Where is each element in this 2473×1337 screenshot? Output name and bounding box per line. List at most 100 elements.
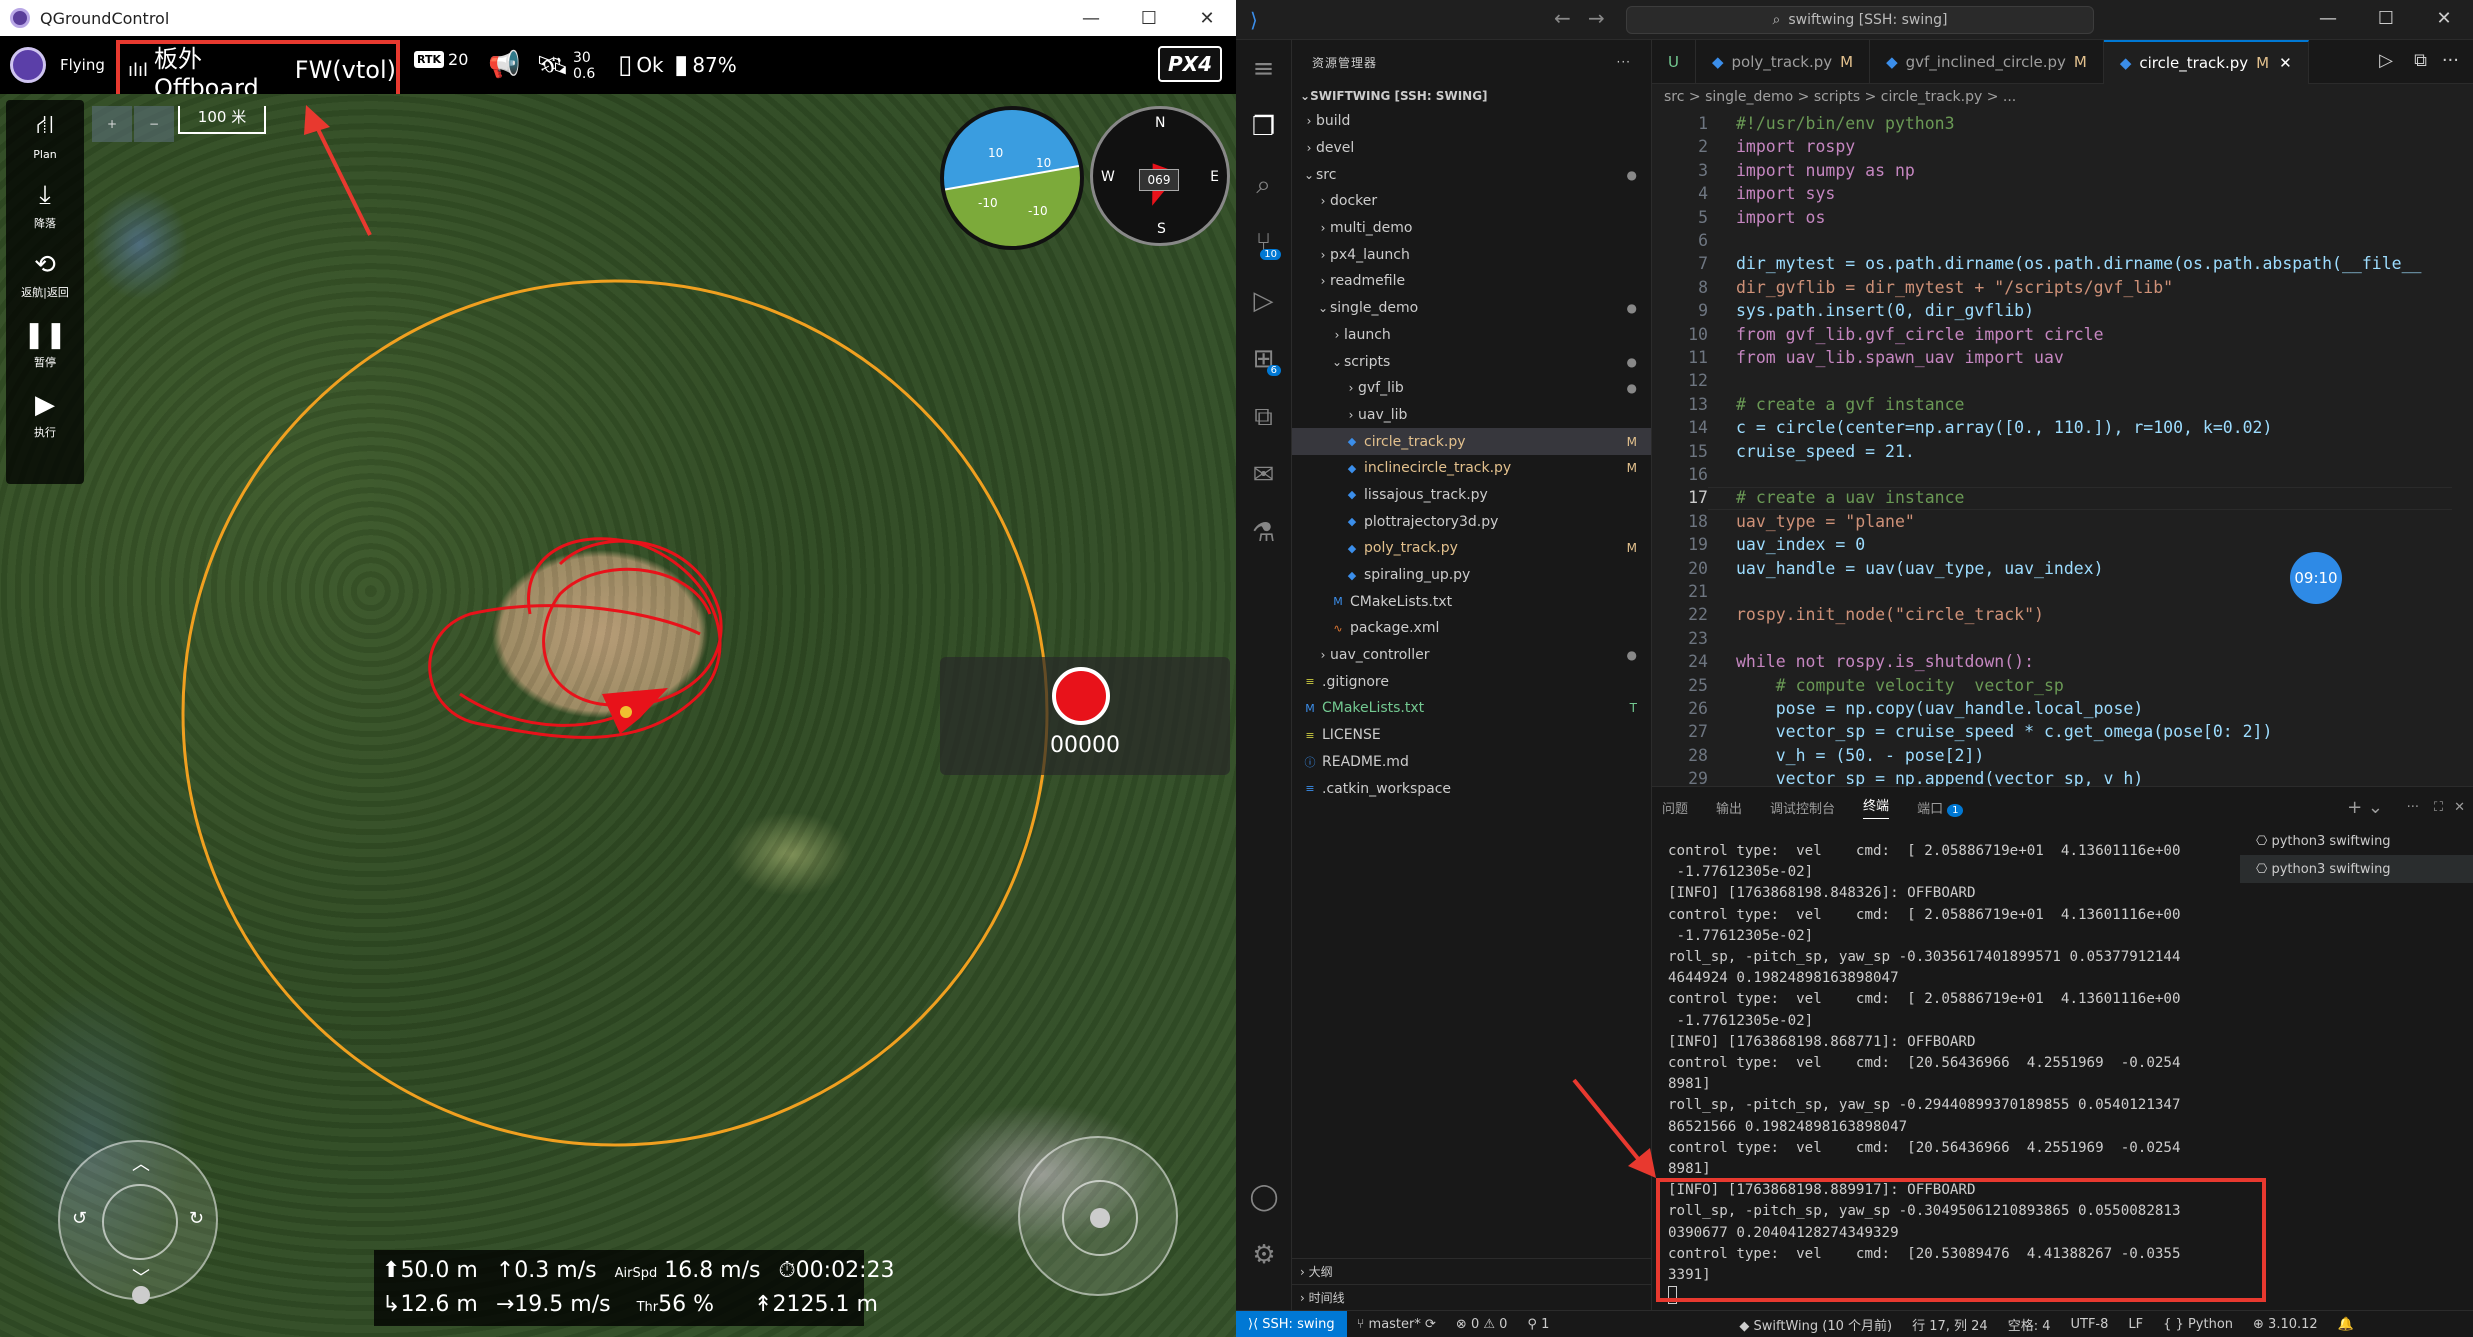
tool-land[interactable]: ⤓ 降落	[6, 170, 84, 240]
tab-ports[interactable]: 端口 1	[1917, 798, 1964, 817]
tree-item[interactable]: › uav_controller ●	[1292, 642, 1651, 669]
tree-item[interactable]: › multi_demo	[1292, 215, 1651, 242]
tree-item[interactable]: › launch	[1292, 322, 1651, 349]
tree-item[interactable]: ◆ inclinecircle_track.py M	[1292, 455, 1651, 482]
tab-untracked[interactable]: U	[1652, 40, 1696, 84]
record-button[interactable]	[1052, 667, 1110, 725]
tree-item[interactable]: › readmefile	[1292, 268, 1651, 295]
rtk-indicator[interactable]: RTK 20	[414, 50, 468, 69]
qgc-menu-icon[interactable]	[10, 47, 46, 83]
more-icon[interactable]: ···	[2407, 800, 2419, 815]
search-icon[interactable]: ⌕	[1236, 156, 1291, 214]
new-terminal-icon[interactable]: + ⌄	[2347, 797, 2383, 818]
tree-item[interactable]: ⌄ src ●	[1292, 161, 1651, 188]
tab-circle-track[interactable]: ◆ circle_track.py M ✕	[2103, 40, 2309, 84]
tree-item[interactable]: › gvf_lib ●	[1292, 375, 1651, 402]
status-indicator[interactable]: ▯ Ok	[618, 50, 664, 80]
gps-indicator[interactable]: 🛰 30 0.6	[536, 50, 595, 82]
git-branch[interactable]: ⑂ master* ⟳	[1347, 1317, 1446, 1332]
tree-item[interactable]: ◆ circle_track.py M	[1292, 428, 1651, 455]
chat-icon[interactable]: ✉	[1236, 446, 1291, 504]
code-editor[interactable]: 1 #!/usr/bin/env python3 2 import rospy 3 imp…	[1652, 110, 2452, 786]
notifications-icon[interactable]: 🔔	[2328, 1317, 2364, 1332]
left-virtual-joystick[interactable]: ︿ ﹀ ↺ ↻	[58, 1140, 218, 1304]
tree-item[interactable]: M CMakeLists.txt	[1292, 588, 1651, 615]
python-version[interactable]: ⊕ 3.10.12	[2243, 1317, 2328, 1332]
tab-problems[interactable]: 问题	[1662, 798, 1688, 817]
tree-item[interactable]: › uav_lib	[1292, 402, 1651, 429]
outline-section[interactable]: › 大纲	[1292, 1258, 1652, 1284]
close-icon[interactable]: ✕	[2279, 54, 2292, 72]
account-icon[interactable]: ◯	[1236, 1168, 1292, 1226]
tree-item[interactable]: M CMakeLists.txt T	[1292, 695, 1651, 722]
extensions-icon[interactable]: ⊞ 6	[1236, 330, 1291, 388]
tree-item[interactable]: ⌄ scripts ●	[1292, 348, 1651, 375]
maximize-panel-icon[interactable]: ⛶	[2434, 800, 2443, 815]
minimize-button[interactable]: —	[2299, 0, 2357, 36]
remote-indicator[interactable]: ⟩⟨ SSH: swing	[1236, 1310, 1347, 1337]
tree-item[interactable]: ⓘ README.md	[1292, 749, 1651, 776]
terminal-session[interactable]: ⎔ python3 swiftwing	[2240, 855, 2473, 883]
forward-arrow-icon[interactable]: →	[1588, 6, 1605, 30]
git-blame[interactable]: ◆ SwiftWing (10 个月前)	[1729, 1315, 1902, 1334]
tree-item[interactable]: ◆ poly_track.py M	[1292, 535, 1651, 562]
tree-item[interactable]: ◆ plottrajectory3d.py	[1292, 508, 1651, 535]
tree-item[interactable]: › build	[1292, 108, 1651, 135]
close-icon[interactable]: ✕	[2454, 800, 2465, 815]
terminal-session[interactable]: ⎔ python3 swiftwing	[2240, 827, 2473, 855]
tree-item[interactable]: ≡ .gitignore	[1292, 668, 1651, 695]
zoom-in-button[interactable]: +	[92, 106, 132, 142]
gear-icon[interactable]: ⚙	[1236, 1226, 1292, 1284]
run-debug-icon[interactable]: ▷	[1236, 272, 1291, 330]
joystick-knob[interactable]	[1090, 1208, 1110, 1228]
tool-rtl[interactable]: ⟲ 返航|返回	[6, 240, 84, 310]
tab-poly-track[interactable]: ◆ poly_track.py M	[1696, 40, 1871, 84]
tree-item[interactable]: › docker	[1292, 188, 1651, 215]
close-button[interactable]: ✕	[1178, 0, 1236, 36]
tree-item[interactable]: ◆ spiraling_up.py	[1292, 562, 1651, 589]
tab-terminal[interactable]: 终端	[1863, 795, 1890, 819]
tree-item[interactable]: › devel	[1292, 135, 1651, 162]
tree-item[interactable]: ≡ .catkin_workspace	[1292, 775, 1651, 802]
explorer-icon[interactable]: ❐	[1236, 98, 1291, 156]
joystick-knob[interactable]	[132, 1286, 150, 1304]
tree-item[interactable]: ◆ lissajous_track.py	[1292, 482, 1651, 509]
timeline-section[interactable]: › 时间线	[1292, 1284, 1652, 1310]
maximize-button[interactable]: ☐	[1120, 0, 1178, 36]
tool-plan[interactable]: ⛙ Plan	[6, 100, 84, 170]
tree-item[interactable]: ∿ package.xml	[1292, 615, 1651, 642]
encoding[interactable]: UTF-8	[2061, 1317, 2119, 1332]
tool-pause[interactable]: ❚❚ 暂停	[6, 310, 84, 380]
maximize-button[interactable]: ☐	[2357, 0, 2415, 36]
battery-indicator[interactable]: ▮ 87%	[674, 50, 737, 80]
tab-gvf-inclined-circle[interactable]: ◆ gvf_inclined_circle.py M	[1870, 40, 2104, 84]
workspace-root[interactable]: ⌄ SWIFTWING [SSH: SWING]	[1292, 84, 1651, 108]
cursor-position[interactable]: 行 17, 列 24	[1902, 1315, 1998, 1334]
megaphone-indicator[interactable]: 📢	[488, 50, 524, 80]
vehicle-marker[interactable]	[602, 688, 668, 734]
timer-bubble[interactable]: 09:10	[2290, 552, 2342, 604]
flight-state[interactable]: Flying	[60, 56, 105, 74]
minimize-button[interactable]: —	[1062, 0, 1120, 36]
zoom-out-button[interactable]: −	[134, 106, 174, 142]
flight-mode-selector[interactable]: ılıl 板外Offboard FW(vtol)	[116, 40, 400, 102]
run-icon[interactable]: ▷	[2379, 50, 2393, 71]
right-virtual-joystick[interactable]	[1018, 1136, 1178, 1296]
indentation[interactable]: 空格: 4	[1998, 1315, 2061, 1334]
more-icon[interactable]: ···	[2442, 50, 2459, 71]
tab-debug-console[interactable]: 调试控制台	[1770, 798, 1835, 817]
command-center-search[interactable]: ⌕ swiftwing [SSH: swing]	[1626, 6, 2094, 34]
split-editor-icon[interactable]: ⧉	[2414, 50, 2427, 71]
testing-icon[interactable]: ⚗	[1236, 504, 1291, 562]
problems-count[interactable]: ⊗ 0 ⚠ 0	[1446, 1317, 1518, 1332]
eol[interactable]: LF	[2118, 1317, 2153, 1332]
tab-output[interactable]: 输出	[1716, 798, 1742, 817]
source-control-icon[interactable]: ⑂ 10	[1236, 214, 1291, 272]
remote-explorer-icon[interactable]: ⧉	[1236, 388, 1291, 446]
language-mode[interactable]: { } Python	[2153, 1317, 2243, 1332]
more-icon[interactable]: ···	[1617, 55, 1631, 69]
tool-action[interactable]: ▶ 执行	[6, 380, 84, 450]
ports-count[interactable]: ⚲ 1	[1517, 1317, 1559, 1332]
tree-item[interactable]: ⌄ single_demo ●	[1292, 295, 1651, 322]
close-button[interactable]: ✕	[2415, 0, 2473, 36]
